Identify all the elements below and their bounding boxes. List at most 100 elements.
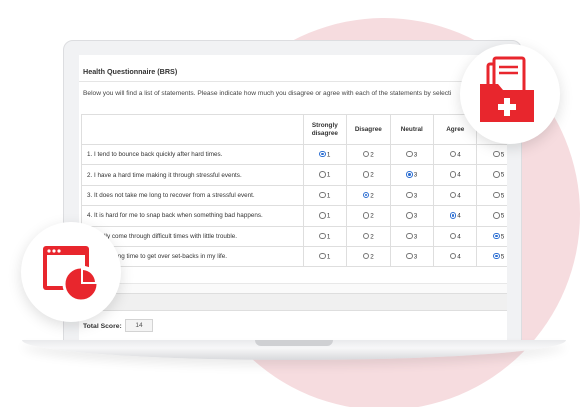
total-score-field: 14 — [125, 319, 153, 332]
rating-radio-5[interactable] — [493, 171, 500, 178]
questionnaire-table: Strongly disagree Disagree Neutral Agree … — [81, 114, 507, 268]
statement-text: 2. I have a hard time making it through … — [81, 164, 304, 186]
rating-radio-2[interactable] — [362, 171, 370, 178]
option-cell: 4 — [433, 184, 478, 207]
rating-radio-1[interactable] — [319, 212, 326, 219]
rating-radio-label: 3 — [413, 212, 418, 220]
rating-radio-label: 1 — [326, 192, 331, 200]
laptop-screen: Health Questionnaire (BRS) Below you wil… — [79, 55, 507, 342]
questionnaire-title: Health Questionnaire (BRS) — [83, 67, 178, 76]
rating-radio-label: 4 — [457, 253, 461, 261]
rating-radio-3[interactable] — [406, 150, 413, 158]
rating-radio-2[interactable] — [362, 150, 370, 158]
rating-radio-label: 2 — [370, 233, 374, 240]
option-cell: 2 — [346, 184, 391, 207]
rating-radio-4[interactable] — [449, 171, 457, 178]
rating-radio-2[interactable] — [362, 191, 370, 199]
rating-radio-2[interactable] — [362, 212, 370, 219]
questionnaire-instructions: Below you will find a list of statements… — [83, 90, 452, 97]
section-divider-band — [79, 293, 507, 311]
rating-radio-label: 1 — [326, 253, 331, 261]
browser-pie-chart-icon — [43, 246, 100, 303]
rating-radio-label: 5 — [500, 233, 505, 240]
rating-radio-5[interactable] — [493, 232, 500, 239]
rating-radio-label: 5 — [500, 253, 505, 261]
rating-radio-5[interactable] — [493, 212, 500, 219]
option-cell: 5 — [476, 205, 507, 227]
rating-radio-label: 1 — [326, 171, 331, 179]
table-footer-spacer — [79, 283, 507, 293]
browser-chart-badge — [21, 222, 121, 322]
table-row: 1. I tend to bounce back quickly after h… — [81, 143, 507, 166]
stage: Health Questionnaire (BRS) Below you wil… — [0, 0, 583, 407]
rating-radio-2[interactable] — [362, 232, 370, 239]
rating-radio-1[interactable] — [319, 232, 326, 239]
medical-folder-icon — [480, 56, 534, 122]
rating-radio-5[interactable] — [493, 191, 500, 199]
rating-radio-1[interactable] — [319, 150, 326, 158]
total-score-label: Total Score: — [83, 323, 122, 330]
rating-radio-4[interactable] — [449, 212, 457, 219]
option-cell: 3 — [389, 184, 435, 207]
option-cell: 5 — [476, 164, 507, 186]
rating-radio-3[interactable] — [406, 171, 413, 178]
option-cell: 1 — [302, 225, 348, 247]
option-cell: 5 — [476, 225, 507, 247]
rating-radio-label: 2 — [370, 192, 374, 200]
rating-radio-label: 1 — [326, 151, 331, 159]
rating-radio-3[interactable] — [406, 191, 413, 199]
option-cell: 1 — [302, 164, 348, 186]
option-cell: 1 — [302, 245, 348, 268]
rating-radio-1[interactable] — [319, 191, 326, 199]
option-cell: 3 — [389, 245, 435, 268]
rating-radio-label: 3 — [413, 233, 418, 240]
rating-radio-label: 3 — [413, 253, 418, 261]
rating-radio-4[interactable] — [449, 252, 457, 260]
rating-radio-5[interactable] — [493, 150, 500, 158]
rating-radio-5[interactable] — [493, 252, 500, 260]
table-row: I usually come through difficult times w… — [81, 225, 507, 247]
rating-radio-label: 2 — [370, 253, 374, 261]
rating-radio-4[interactable] — [449, 232, 457, 239]
option-cell: 1 — [302, 205, 348, 227]
rating-radio-label: 3 — [413, 171, 418, 179]
option-cell: 2 — [346, 245, 391, 268]
option-cell: 2 — [346, 225, 391, 247]
option-cell: 3 — [389, 225, 435, 247]
table-row: 2. I have a hard time making it through … — [81, 164, 507, 186]
rating-radio-4[interactable] — [449, 191, 457, 199]
rating-radio-label: 4 — [457, 151, 461, 159]
column-header-disagree: Disagree — [346, 114, 391, 145]
rating-radio-label: 4 — [457, 212, 461, 220]
rating-radio-1[interactable] — [319, 171, 326, 178]
statement-text: 1. I tend to bounce back quickly after h… — [81, 143, 304, 166]
option-cell: 5 — [476, 245, 507, 268]
rating-radio-1[interactable] — [319, 252, 326, 260]
option-cell: 2 — [346, 205, 391, 227]
rating-radio-label: 4 — [457, 233, 461, 240]
rating-radio-label: 2 — [370, 171, 374, 179]
rating-radio-label: 5 — [500, 151, 505, 159]
option-cell: 5 — [476, 143, 507, 166]
option-cell: 3 — [389, 143, 435, 166]
option-cell: 1 — [302, 184, 348, 207]
column-header-neutral: Neutral — [389, 114, 435, 145]
table-header-row: Strongly disagree Disagree Neutral Agree … — [81, 114, 507, 145]
rating-radio-3[interactable] — [406, 252, 413, 260]
rating-radio-label: 1 — [326, 212, 331, 220]
rating-radio-3[interactable] — [406, 232, 413, 239]
option-cell: 5 — [476, 184, 507, 207]
rating-radio-label: 2 — [370, 212, 374, 220]
rating-radio-label: 1 — [326, 233, 331, 240]
option-cell: 3 — [389, 164, 435, 186]
rating-radio-2[interactable] — [362, 252, 370, 260]
rating-radio-label: 5 — [500, 192, 505, 200]
table-row: 3. It does not take me long to recover f… — [81, 184, 507, 207]
rating-radio-label: 3 — [413, 151, 418, 159]
rating-radio-label: 5 — [500, 171, 505, 179]
rating-radio-3[interactable] — [406, 212, 413, 219]
option-cell: 4 — [433, 225, 478, 247]
statement-text: 3. It does not take me long to recover f… — [81, 184, 304, 207]
rating-radio-4[interactable] — [449, 150, 457, 158]
option-cell: 4 — [433, 143, 478, 166]
